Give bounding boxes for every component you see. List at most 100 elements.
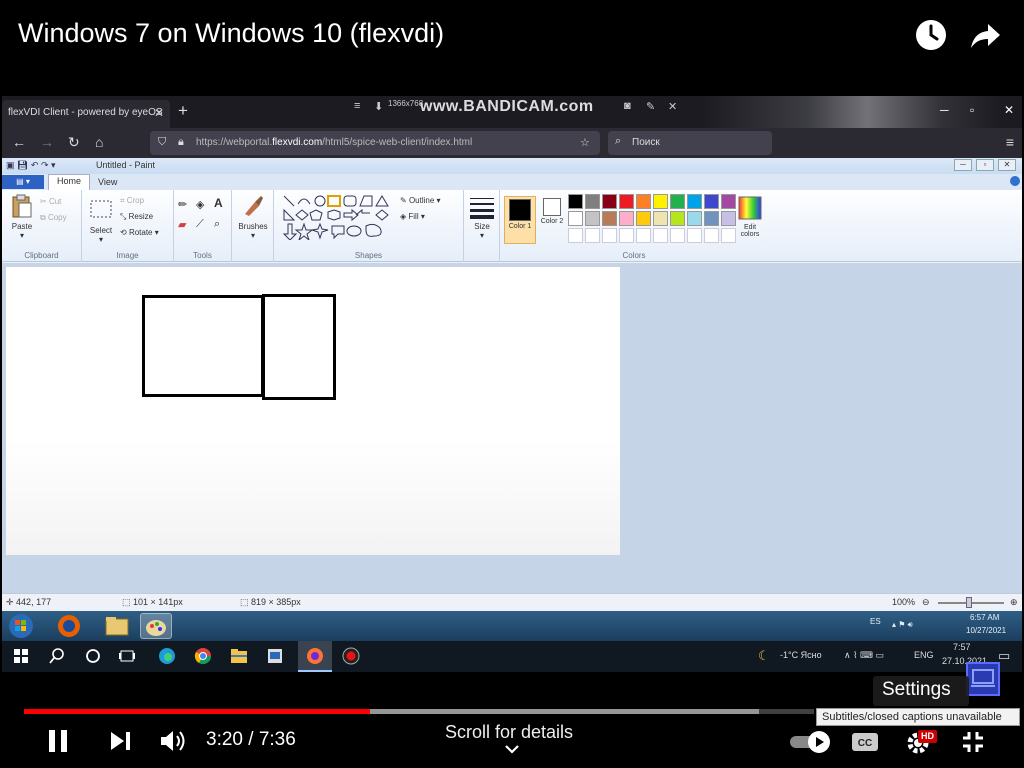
task-view-icon[interactable] (118, 647, 136, 665)
win7-explorer-icon[interactable] (102, 613, 134, 639)
eraser-icon[interactable]: ▰ (178, 218, 186, 231)
browser-search-input[interactable]: ⌕ Поиск (608, 131, 772, 155)
volume-icon[interactable] (158, 727, 188, 755)
autoplay-toggle[interactable] (788, 728, 832, 756)
tab-close-icon[interactable]: ✕ (154, 106, 164, 120)
fill-button[interactable]: ◈ Fill ▾ (400, 212, 425, 221)
palette-swatch[interactable] (653, 194, 668, 209)
exit-fullscreen-icon[interactable] (960, 728, 986, 756)
palette-swatch-empty[interactable] (653, 228, 668, 243)
palette-swatch[interactable] (670, 211, 685, 226)
captions-icon[interactable]: CC (850, 728, 880, 756)
fill-bucket-icon[interactable]: ◈ (196, 198, 204, 211)
magnifier-icon[interactable]: ⌕ (214, 218, 220, 231)
win10-weather[interactable]: -1°C Ясно (780, 650, 822, 660)
remote-desktop-icon[interactable] (266, 647, 284, 665)
rotate-button[interactable]: ⟲ Rotate ▾ (120, 228, 159, 237)
browser-menu-icon[interactable]: ≡ (1006, 134, 1014, 150)
color1-button[interactable]: Color 1 (504, 196, 536, 244)
moon-weather-icon[interactable]: ☾ (758, 648, 770, 664)
resize-button[interactable]: ⤡ Resize (120, 212, 153, 222)
copy-button[interactable]: ⧉ Copy (40, 213, 67, 223)
palette-swatch[interactable] (687, 211, 702, 226)
reload-icon[interactable]: ↻ (68, 134, 80, 151)
win10-firefox-active[interactable] (298, 641, 332, 672)
win10-lang[interactable]: ENG (914, 650, 934, 660)
palette-swatch[interactable] (687, 194, 702, 209)
file-explorer-icon[interactable] (230, 647, 248, 665)
home-icon[interactable]: ⌂ (95, 134, 103, 150)
color-picker-icon[interactable]: ⟋ (196, 218, 204, 231)
paint-file-menu-button[interactable]: ▤ ▾ (2, 175, 44, 189)
brushes-button[interactable]: Brushes ▾ (236, 194, 270, 240)
palette-swatch[interactable] (585, 211, 600, 226)
progress-bar[interactable] (24, 709, 814, 714)
edge-icon[interactable] (158, 647, 176, 665)
palette-swatch[interactable] (704, 194, 719, 209)
browser-tab[interactable]: flexVDI Client - powered by eyeOS ✕ (2, 100, 170, 128)
quick-access-toolbar[interactable]: ▣ 💾︎ ↶ ↷ ▾ (6, 160, 56, 171)
help-icon[interactable] (1010, 176, 1020, 186)
zoom-out-icon[interactable]: ⊖ (922, 597, 930, 608)
palette-swatch-empty[interactable] (619, 228, 634, 243)
palette-swatch[interactable] (602, 194, 617, 209)
scroll-for-details[interactable]: Scroll for details (445, 722, 573, 743)
text-tool-icon[interactable]: A (214, 196, 223, 210)
back-icon[interactable]: ← (12, 134, 26, 150)
cortana-icon[interactable] (84, 647, 102, 665)
palette-swatch-empty[interactable] (568, 228, 583, 243)
new-tab-icon[interactable]: + (178, 101, 188, 121)
bookmark-star-icon[interactable]: ☆ (580, 136, 590, 149)
share-icon[interactable] (968, 18, 1002, 52)
crop-button[interactable]: ⌗ Crop (120, 196, 144, 206)
minimize-icon[interactable]: ─ (940, 103, 949, 117)
palette-swatch-empty[interactable] (670, 228, 685, 243)
palette-swatch-empty[interactable] (585, 228, 600, 243)
edit-colors-button[interactable]: Edit colors (734, 196, 766, 238)
palette-swatch[interactable] (619, 194, 634, 209)
win7-start-icon[interactable] (6, 613, 40, 639)
win10-clock-time[interactable]: 7:57 (953, 642, 971, 652)
shapes-gallery[interactable] (282, 194, 394, 240)
palette-swatch-empty[interactable] (687, 228, 702, 243)
pause-icon[interactable] (46, 727, 72, 755)
palette-swatch-empty[interactable] (602, 228, 617, 243)
palette-swatch[interactable] (619, 211, 634, 226)
select-button[interactable]: Select ▾ (88, 198, 114, 244)
palette-swatch[interactable] (636, 211, 651, 226)
pencil-icon[interactable]: ✏ (178, 198, 187, 211)
palette-swatch[interactable] (568, 211, 583, 226)
win7-paint-icon[interactable] (140, 613, 172, 639)
color2-button[interactable]: Color 2 (538, 196, 566, 225)
window-close-icon[interactable]: ✕ (1004, 103, 1014, 117)
url-bar[interactable]: ⛉ 🔒︎ https://webportal.flexvdi.com/html5… (150, 131, 600, 155)
paint-close-icon[interactable]: ✕ (998, 159, 1016, 171)
paint-minimize-icon[interactable]: ─ (954, 159, 972, 171)
size-button[interactable]: Size ▾ (468, 196, 496, 240)
outline-button[interactable]: ✎ Outline ▾ (400, 196, 441, 205)
maximize-icon[interactable]: ▫ (970, 103, 974, 117)
palette-swatch[interactable] (585, 194, 600, 209)
video-title[interactable]: Windows 7 on Windows 10 (flexvdi) (18, 18, 444, 49)
palette-swatch[interactable] (670, 194, 685, 209)
win10-tray-icons[interactable]: ∧ ⌇ ⌨ ▭ (844, 650, 884, 661)
paste-button[interactable]: Paste ▾ (8, 194, 36, 240)
win10-start-icon[interactable] (12, 647, 30, 665)
palette-swatch-empty[interactable] (704, 228, 719, 243)
cut-button[interactable]: ✂ Cut (40, 197, 61, 206)
forward-icon[interactable]: → (40, 134, 54, 150)
palette-swatch[interactable] (653, 211, 668, 226)
palette-swatch[interactable] (704, 211, 719, 226)
win7-clock-date[interactable]: 10/27/2021 (966, 626, 1006, 635)
video-frame[interactable]: flexVDI Client - powered by eyeOS ✕ + 13… (2, 96, 1022, 672)
bandicam-record-icon[interactable] (342, 647, 360, 665)
paint-maximize-icon[interactable]: ▫ (976, 159, 994, 171)
zoom-slider-thumb[interactable] (966, 597, 972, 608)
next-icon[interactable] (108, 727, 134, 755)
palette-swatch[interactable] (568, 194, 583, 209)
palette-swatch-empty[interactable] (636, 228, 651, 243)
win7-lang[interactable]: ES (870, 617, 881, 626)
chevron-down-icon[interactable] (503, 742, 521, 756)
zoom-in-icon[interactable]: ⊕ (1010, 597, 1018, 608)
win10-search-icon[interactable] (48, 647, 66, 665)
